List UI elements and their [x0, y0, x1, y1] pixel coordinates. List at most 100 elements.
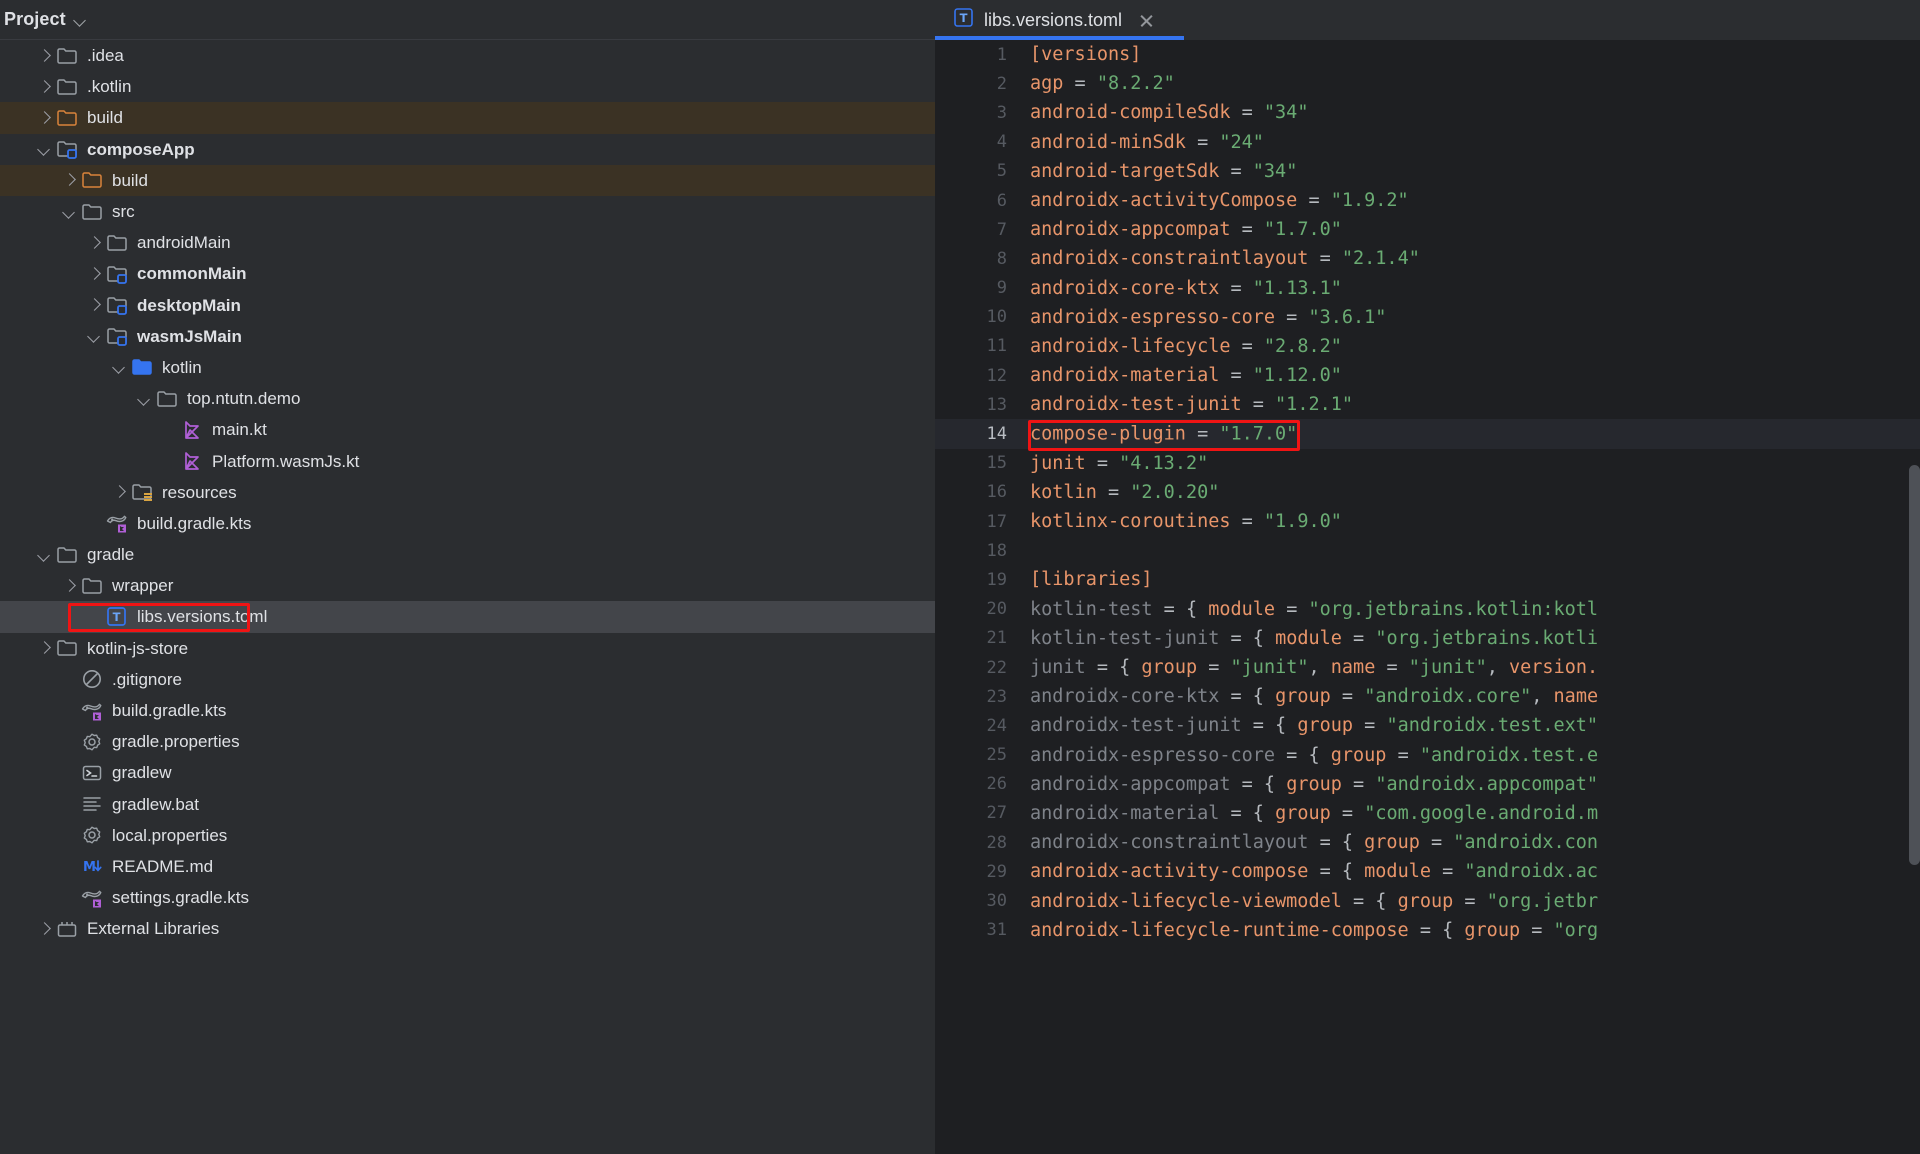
code-line-22[interactable]: 22 junit = { group = "junit", name = "jun… [935, 653, 1920, 682]
tree-item-settings-gradle-kts[interactable]: settings.gradle.kts [0, 882, 935, 913]
chevron-down-icon[interactable] [133, 388, 155, 410]
tree-item-wrapper[interactable]: wrapper [0, 570, 935, 601]
code-line-5[interactable]: 5 android-targetSdk = "34" [935, 157, 1920, 186]
line-number: 24 [986, 715, 1007, 736]
chevron-right-icon[interactable] [33, 45, 55, 67]
code-line-20[interactable]: 20 kotlin-test = { module = "org.jetbrain… [935, 595, 1920, 624]
chevron-down-icon[interactable] [33, 544, 55, 566]
code-line-17[interactable]: 17 kotlinx-coroutines = "1.9.0" [935, 507, 1920, 536]
code-line-1[interactable]: 1 [versions] [935, 40, 1920, 69]
close-icon[interactable] [1138, 12, 1155, 29]
code-line-27[interactable]: 27 androidx-material = { group = "com.goo… [935, 799, 1920, 828]
code-line-21[interactable]: 21 kotlin-test-junit = { module = "org.je… [935, 624, 1920, 653]
tree-item-top-ntutn-demo[interactable]: top.ntutn.demo [0, 383, 935, 414]
code-line-25[interactable]: 25 androidx-espresso-core = { group = "an… [935, 741, 1920, 770]
chevron-down-icon[interactable] [83, 325, 105, 347]
code-line-11[interactable]: 11 androidx-lifecycle = "2.8.2" [935, 332, 1920, 361]
code-line-28[interactable]: 28 androidx-constraintlayout = { group = … [935, 828, 1920, 857]
tree-item-build-gradle-kts[interactable]: build.gradle.kts [0, 508, 935, 539]
tree-item-gradle[interactable]: gradle [0, 539, 935, 570]
tree-item-src[interactable]: src [0, 196, 935, 227]
tree-item-kotlin[interactable]: .kotlin [0, 71, 935, 102]
tree-item-wasmjsmain[interactable]: wasmJsMain [0, 321, 935, 352]
token: android-targetSdk [1030, 160, 1220, 182]
chevron-right-icon[interactable] [58, 169, 80, 191]
code-line-3[interactable]: 3 android-compileSdk = "34" [935, 98, 1920, 127]
chevron-right-icon[interactable] [108, 481, 130, 503]
tree-item-platform-wasmjs-kt[interactable]: Platform.wasmJs.kt [0, 445, 935, 476]
chevron-right-icon[interactable] [33, 107, 55, 129]
token: androidx-core-ktx [1030, 277, 1220, 299]
tree-item-main-kt[interactable]: main.kt [0, 414, 935, 445]
tree-item-gradlew[interactable]: gradlew [0, 757, 935, 788]
tree-item-kotlin-js-store[interactable]: kotlin-js-store [0, 633, 935, 664]
code-line-14[interactable]: 14 compose-plugin = "1.7.0" [935, 419, 1920, 449]
code-line-30[interactable]: 30 androidx-lifecycle-viewmodel = { group… [935, 886, 1920, 915]
tree-item-androidmain[interactable]: androidMain [0, 227, 935, 258]
chevron-down-icon[interactable] [73, 13, 87, 27]
code-line-4[interactable]: 4 android-minSdk = "24" [935, 128, 1920, 157]
code-content[interactable]: 1 [versions] 2 agp = "8.2.2" 3 android-compil… [935, 40, 1920, 1154]
code-line-23[interactable]: 23 androidx-core-ktx = { group = "android… [935, 682, 1920, 711]
chevron-right-icon[interactable] [58, 575, 80, 597]
no-arrow-spacer [58, 668, 80, 690]
tree-item-desktopmain[interactable]: desktopMain [0, 290, 935, 321]
chevron-right-icon[interactable] [83, 263, 105, 285]
code-line-8[interactable]: 8 androidx-constraintlayout = "2.1.4" [935, 244, 1920, 273]
token: "junit" [1408, 657, 1487, 679]
chevron-down-icon[interactable] [108, 356, 130, 378]
editor-vertical-scrollbar[interactable] [1909, 465, 1920, 865]
chevron-right-icon[interactable] [33, 76, 55, 98]
code-line-19[interactable]: 19 [libraries] [935, 565, 1920, 594]
tree-item-gitignore[interactable]: .gitignore [0, 664, 935, 695]
tree-item-gradle-properties[interactable]: gradle.properties [0, 726, 935, 757]
tree-item-gradlew-bat[interactable]: gradlew.bat [0, 789, 935, 820]
code-line-12[interactable]: 12 androidx-material = "1.12.0" [935, 361, 1920, 390]
chevron-right-icon[interactable] [83, 232, 105, 254]
code-line-13[interactable]: 13 androidx-test-junit = "1.2.1" [935, 390, 1920, 419]
chevron-right-icon[interactable] [33, 918, 55, 940]
code-line-31[interactable]: 31 androidx-lifecycle-runtime-compose = {… [935, 916, 1920, 945]
editor-pane[interactable]: T libs.versions.toml 1 [versions] 2 agp = "… [935, 0, 1920, 1154]
token: "org.jetbrains.kotli [1375, 627, 1599, 649]
code-line-18[interactable]: 18 [935, 536, 1920, 565]
project-panel-header[interactable]: Project [0, 0, 935, 40]
code-line-16[interactable]: 16 kotlin = "2.0.20" [935, 478, 1920, 507]
chevron-down-icon[interactable] [58, 201, 80, 223]
tree-item-resources[interactable]: resources [0, 477, 935, 508]
project-tree[interactable]: .idea .kotlin build composeApp build src andro… [0, 40, 935, 944]
code-line-2[interactable]: 2 agp = "8.2.2" [935, 69, 1920, 98]
token: group [1364, 832, 1420, 854]
token: "2.0.20" [1130, 481, 1220, 503]
toml-file-icon: T [105, 605, 129, 629]
tree-item-libs-versions-toml[interactable]: Tlibs.versions.toml [0, 601, 935, 633]
folder-icon [80, 574, 104, 598]
tree-item-local-properties[interactable]: local.properties [0, 820, 935, 851]
chevron-down-icon[interactable] [33, 138, 55, 160]
tree-item-label: local.properties [112, 825, 228, 845]
token: androidx-test-junit [1030, 715, 1242, 737]
code-line-15[interactable]: 15 junit = "4.13.2" [935, 449, 1920, 478]
code-text: androidx-espresso-core = { group = "andr… [1030, 745, 1598, 766]
tree-item-composeapp[interactable]: composeApp [0, 134, 935, 165]
tree-item-idea[interactable]: .idea [0, 40, 935, 71]
tree-item-readme-md[interactable]: M README.md [0, 851, 935, 882]
editor-tab-bar[interactable]: T libs.versions.toml [935, 0, 1920, 40]
chevron-right-icon[interactable] [83, 294, 105, 316]
tree-item-build[interactable]: build [0, 102, 935, 134]
tree-item-build-gradle-kts[interactable]: build.gradle.kts [0, 695, 935, 726]
code-line-6[interactable]: 6 androidx-activityCompose = "1.9.2" [935, 186, 1920, 215]
chevron-right-icon[interactable] [33, 637, 55, 659]
code-line-29[interactable]: 29 androidx-activity-compose = { module =… [935, 857, 1920, 886]
code-line-7[interactable]: 7 androidx-appcompat = "1.7.0" [935, 215, 1920, 244]
tree-item-build[interactable]: build [0, 164, 935, 196]
code-line-24[interactable]: 24 androidx-test-junit = { group = "andro… [935, 711, 1920, 740]
code-line-10[interactable]: 10 androidx-espresso-core = "3.6.1" [935, 303, 1920, 332]
tab-libs-versions-toml[interactable]: T libs.versions.toml [935, 0, 1184, 40]
tree-item-commonmain[interactable]: commonMain [0, 258, 935, 289]
tree-item-external-libraries[interactable]: External Libraries [0, 913, 935, 944]
code-line-9[interactable]: 9 androidx-core-ktx = "1.13.1" [935, 274, 1920, 303]
project-sidebar[interactable]: Project .idea .kotlin build composeApp build… [0, 0, 935, 1154]
tree-item-kotlin[interactable]: kotlin [0, 352, 935, 383]
code-line-26[interactable]: 26 androidx-appcompat = { group = "androi… [935, 770, 1920, 799]
